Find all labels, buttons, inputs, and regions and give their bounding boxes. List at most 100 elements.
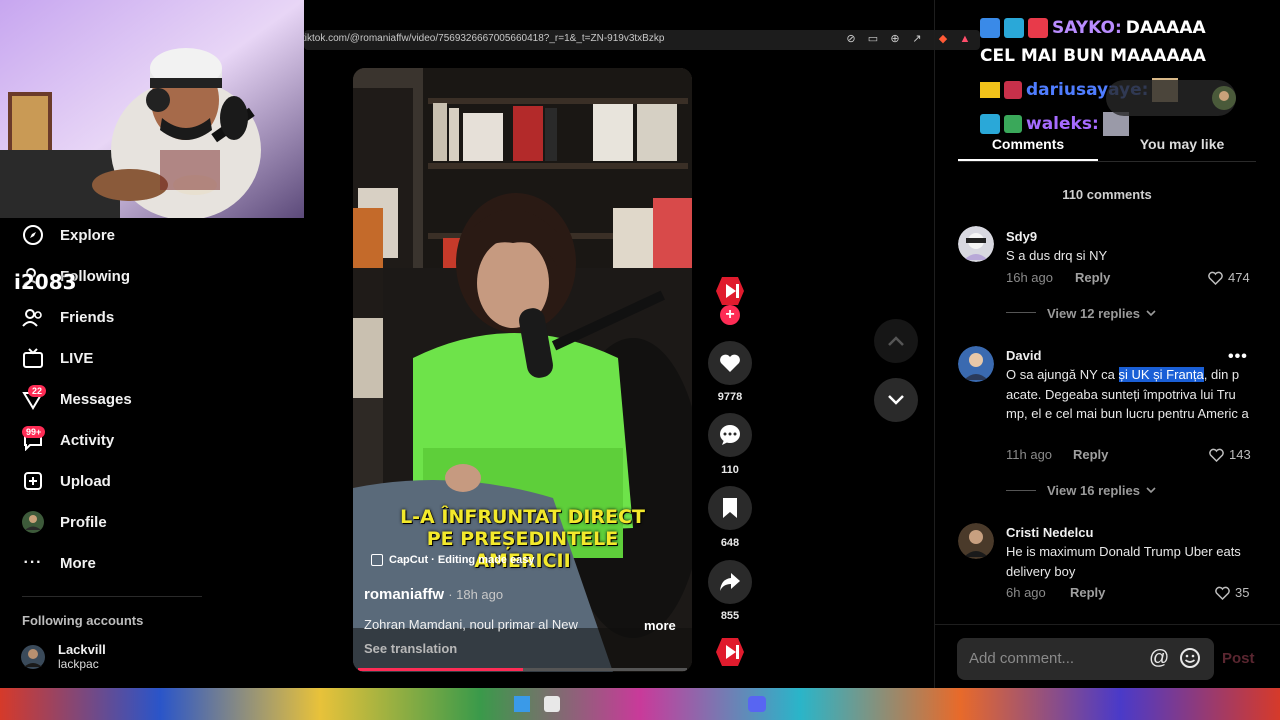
badge-icon [1004, 18, 1024, 38]
comment-button[interactable] [708, 413, 752, 457]
crown-icon [980, 82, 1000, 98]
taskbar-app-icon[interactable] [544, 696, 560, 712]
share-icon[interactable]: ↗ [910, 32, 924, 46]
comment-text: He is maximum Donald Trump Uber eats del… [1006, 544, 1241, 579]
add-comment-field[interactable]: Add comment... @ [957, 638, 1214, 680]
share-count: 855 [720, 610, 740, 622]
sidebar-item-more[interactable]: ··· More [20, 548, 96, 578]
reply-button[interactable]: Reply [1070, 585, 1105, 600]
capcut-icon [371, 554, 383, 566]
comment-like-count: 474 [1228, 270, 1250, 285]
header-actions[interactable] [1106, 80, 1236, 116]
comment-like-count: 143 [1229, 447, 1251, 462]
upload-icon [20, 468, 46, 494]
comment-like-button[interactable]: 474 [1208, 270, 1250, 285]
selected-text: și UK și Franța [1118, 367, 1204, 382]
follow-plus-icon[interactable]: + [720, 305, 740, 325]
sidebar-item-label: More [60, 554, 96, 572]
chevron-down-icon [1146, 487, 1156, 494]
url-text[interactable]: tiktok.com/@romaniaffw/video/75693266670… [302, 33, 664, 44]
post-button[interactable]: Post [1222, 650, 1255, 667]
view-replies-button[interactable]: View 12 replies [1047, 306, 1156, 321]
profile-icon [20, 509, 46, 535]
badge-icon [980, 114, 1000, 134]
comment-author[interactable]: Sdy9 [1006, 229, 1037, 244]
replies-line [1006, 490, 1036, 491]
save-count: 648 [720, 537, 740, 549]
following-account-item[interactable]: Lackvill lackpac [20, 642, 106, 671]
sidebar-item-label: Explore [60, 226, 116, 244]
discord-icon[interactable] [748, 696, 766, 712]
avatar[interactable] [958, 346, 994, 382]
comment-count: 110 [721, 464, 739, 476]
panel-divider [934, 0, 935, 688]
friends-icon [20, 304, 46, 330]
sidebar-item-friends[interactable]: Friends [20, 302, 114, 332]
previous-video-button[interactable] [874, 319, 918, 363]
comment-input-divider [935, 624, 1280, 625]
comment-time: 11h ago [1006, 447, 1053, 462]
comment-item [958, 523, 994, 564]
see-translation-button[interactable]: See translation [364, 641, 457, 656]
next-video-button[interactable] [874, 378, 918, 422]
capcut-link[interactable]: CapCut · Editing made easy [371, 554, 534, 566]
chat-message: CEL MAI BUN MAAAAAA [980, 46, 1206, 66]
more-button[interactable]: more [644, 618, 676, 633]
comment-text: O sa ajungă NY ca și UK și Franța, din p… [1006, 365, 1251, 424]
brave-rewards-icon[interactable]: ▲ [958, 32, 972, 46]
comment-item [958, 346, 994, 387]
chat-line: SAYKO: DAAAAA [980, 18, 1206, 38]
avatar [21, 644, 45, 669]
avatar[interactable] [1212, 86, 1236, 110]
share-button[interactable] [708, 560, 752, 604]
video-player[interactable]: L-A ÎNFRUNTAT DIRECT PE PREȘEDINTELE AME… [353, 68, 692, 672]
chevron-up-icon [888, 336, 904, 346]
sidebar-item-explore[interactable]: Explore [20, 220, 115, 250]
comment-author[interactable]: Cristi Nedelcu [1006, 525, 1093, 540]
windows-start-icon[interactable] [514, 696, 530, 712]
comment-like-count: 35 [1235, 585, 1250, 600]
sidebar-item-upload[interactable]: Upload [20, 466, 111, 496]
video-frame [353, 68, 692, 672]
sidebar-item-live[interactable]: LIVE [20, 343, 93, 373]
mention-icon[interactable]: @ [1149, 647, 1169, 670]
like-button[interactable] [708, 341, 752, 385]
progress-fill [358, 668, 523, 671]
share-arrow-icon [720, 573, 740, 591]
add-comment-placeholder[interactable]: Add comment... [969, 650, 1074, 667]
comment-options-icon[interactable]: ••• [1228, 348, 1248, 366]
screen-icon[interactable]: ▭ [866, 32, 880, 46]
sidebar-item-profile[interactable]: Profile [20, 507, 107, 537]
reply-button[interactable]: Reply [1075, 270, 1110, 285]
sidebar-item-label: Profile [60, 513, 107, 531]
badge-icon [1004, 115, 1022, 133]
zoom-icon[interactable]: ⊕ [888, 32, 902, 46]
video-author[interactable]: romaniaffw · 18h ago [364, 586, 503, 603]
author-name[interactable]: romaniaffw [364, 586, 444, 603]
comment-text-part: O sa ajungă NY ca [1006, 367, 1119, 382]
chevron-down-icon [1146, 310, 1156, 317]
badge-icon [980, 18, 1000, 38]
reader-icon[interactable]: ⊘ [844, 32, 858, 46]
messages-badge: 22 [28, 385, 47, 397]
emoji-icon[interactable] [1179, 647, 1201, 674]
comment-author[interactable]: David [1006, 348, 1041, 363]
like-count: 9778 [717, 391, 743, 403]
comment-text: S a dus drq si NY [1006, 248, 1108, 263]
comment-like-button[interactable]: 35 [1215, 585, 1249, 600]
caption-line: PE PREȘEDINTELE [426, 528, 619, 550]
live-icon [20, 345, 46, 371]
reply-button[interactable]: Reply [1073, 447, 1108, 462]
avatar[interactable] [958, 523, 994, 559]
brave-shield-icon[interactable]: ◆ [936, 32, 950, 46]
comment-like-button[interactable]: 143 [1209, 447, 1251, 462]
heart-outline-icon [1215, 586, 1230, 600]
comment-time: 16h ago [1006, 270, 1053, 285]
avatar[interactable] [958, 226, 994, 262]
view-replies-button[interactable]: View 16 replies [1047, 483, 1156, 498]
progress-track[interactable] [358, 668, 687, 671]
windows-taskbar [0, 688, 1280, 720]
bookmark-button[interactable] [708, 486, 752, 530]
sidebar-item-label: LIVE [60, 349, 94, 367]
sound-disc-button[interactable] [714, 636, 746, 673]
